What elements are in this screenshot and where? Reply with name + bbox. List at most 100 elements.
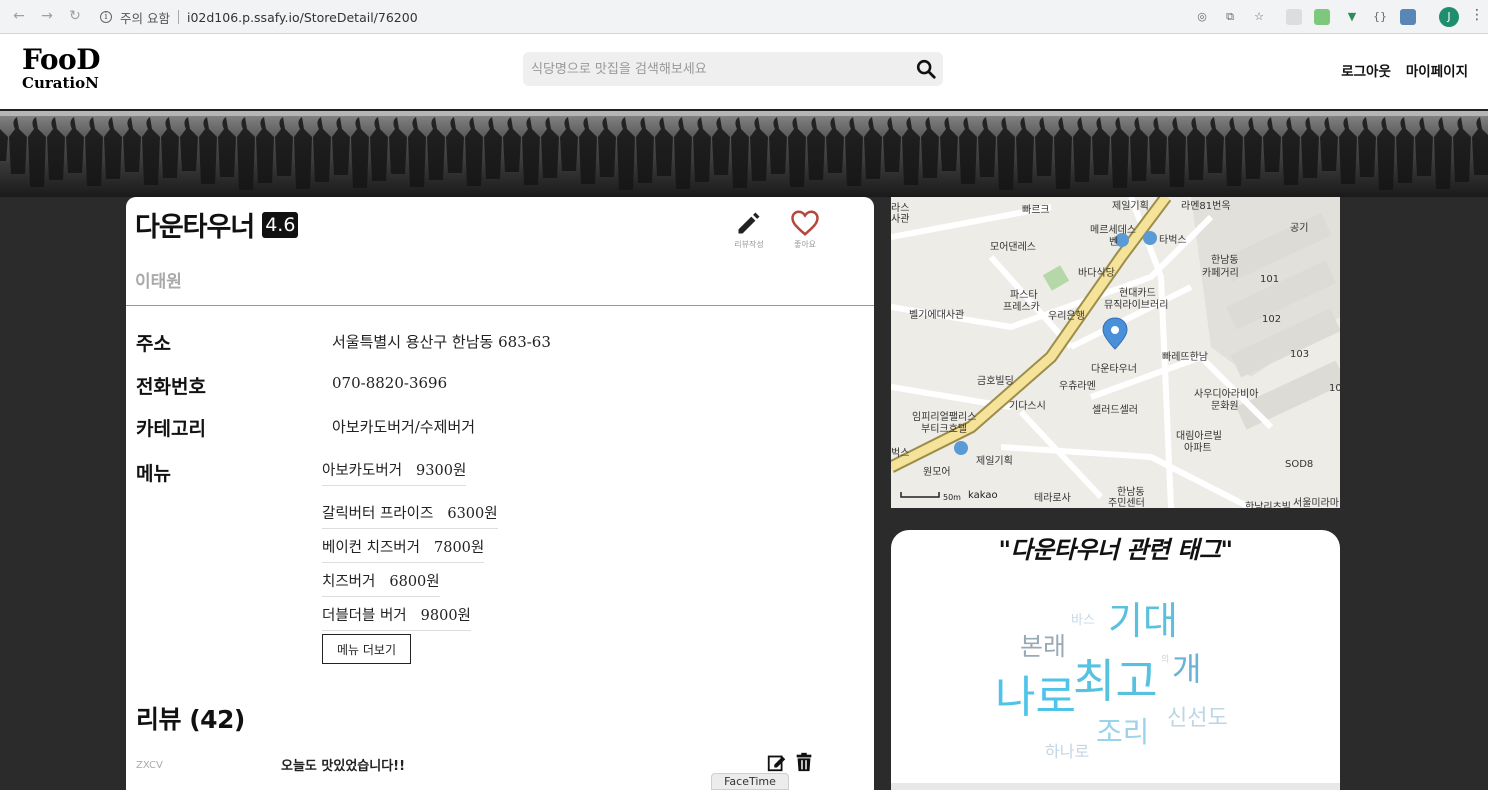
map-label: 라멘81번옥 xyxy=(1181,201,1231,212)
banner-image xyxy=(0,111,1488,197)
address-value: 서울특별시 용산구 한남동 683-63 xyxy=(332,333,551,351)
map-label: 바다식당 xyxy=(1078,268,1115,279)
divider xyxy=(126,305,874,306)
menu-item: 베이컨 치즈버거 7800원 xyxy=(322,536,485,563)
extension-icon[interactable] xyxy=(1400,9,1416,25)
map-label: 우츄라멘 xyxy=(1059,381,1096,392)
tag-cloud-card: "다운타우너 관련 태그" 기대 바스 본래 개 나로 최고 의 조리 신선도 … xyxy=(891,530,1340,790)
extension-icon[interactable] xyxy=(1286,9,1302,25)
map-label: 벤 xyxy=(1109,237,1119,248)
menu-item: 갈릭버터 프라이즈 6300원 xyxy=(322,502,498,529)
menu-kebab-icon[interactable]: ⋮ xyxy=(1470,7,1484,23)
map-label: 빠레뜨한남 xyxy=(1162,352,1208,363)
extension-icon[interactable] xyxy=(1314,9,1330,25)
map-label: 벅스 xyxy=(891,448,910,459)
map-label: 서울미라마 xyxy=(1293,498,1339,508)
map-label: 사관 xyxy=(891,214,910,225)
tag-word: 개 xyxy=(1172,650,1202,688)
tag-word: 나로 xyxy=(995,672,1076,723)
tag-word: 조리 xyxy=(1096,715,1150,749)
edit-icon[interactable] xyxy=(766,751,788,773)
map-brand-logo: kakao xyxy=(968,490,998,501)
map-label: 타벅스 xyxy=(1159,235,1187,246)
map-label: 뮤직라이브러리 xyxy=(1104,300,1169,311)
bookmark-star-icon[interactable]: ☆ xyxy=(1251,9,1267,25)
write-review-label: 리뷰작성 xyxy=(734,240,764,249)
map-label: 빠르크 xyxy=(1022,205,1050,216)
like-button[interactable]: 좋아요 xyxy=(785,209,825,250)
tag-word: 기대 xyxy=(1108,599,1178,643)
menu-item-name: 갈릭버터 프라이즈 xyxy=(322,506,434,522)
divider xyxy=(177,10,179,24)
divider xyxy=(891,783,1340,790)
map-label: 104 xyxy=(1329,383,1340,394)
menu-item: 치즈버거 6800원 xyxy=(322,570,440,597)
heart-icon xyxy=(791,210,819,236)
phone-label: 전화번호 xyxy=(136,376,206,398)
map-label: 문화원 xyxy=(1211,401,1239,412)
phone-value: 070-8820-3696 xyxy=(332,374,448,392)
url-text[interactable]: i02d106.p.ssafy.io/StoreDetail/76200 xyxy=(187,10,418,25)
logo[interactable]: FooD CuratioN xyxy=(22,46,100,91)
review-section-title: 리뷰 (42) xyxy=(136,705,245,734)
map-label: 제일기획 xyxy=(1112,201,1149,212)
menu-item-name: 베이컨 치즈버거 xyxy=(322,540,420,556)
info-icon[interactable]: i xyxy=(100,11,112,23)
menu-item-price: 9300원 xyxy=(416,463,467,479)
profile-avatar[interactable]: J xyxy=(1439,7,1459,27)
tag-word: 본래 xyxy=(1020,632,1067,661)
vue-devtools-icon[interactable]: ▼ xyxy=(1344,9,1360,25)
map-label: 102 xyxy=(1262,314,1282,325)
back-icon[interactable]: ← xyxy=(10,8,28,24)
search-box xyxy=(523,52,943,86)
menu-item-price: 6800원 xyxy=(389,574,440,590)
extension-icon[interactable]: {} xyxy=(1372,9,1388,25)
map-label: 제일기획 xyxy=(976,456,1013,467)
store-detail-card: 다운타우너 4.6 리뷰작성 좋아요 이태원 주소 서울특별시 용산구 한남동 … xyxy=(126,197,874,790)
location-icon[interactable]: ◎ xyxy=(1194,9,1210,25)
browser-toolbar: ← → ↻ i 주의 요함 i02d106.p.ssafy.io/StoreDe… xyxy=(0,0,1488,34)
menu-item-name: 더블더블 버거 xyxy=(322,608,407,624)
store-title: 다운타우너 4.6 xyxy=(135,205,299,244)
map-label: SOD8 xyxy=(1285,459,1314,470)
map-label: 103 xyxy=(1290,349,1310,360)
map-label: 다운타우너 xyxy=(1091,364,1137,375)
tag-word: 신선도 xyxy=(1167,706,1228,731)
map-label: 셀러드셀러 xyxy=(1092,405,1138,416)
tag-word: 하나로 xyxy=(1045,742,1090,761)
search-icon[interactable] xyxy=(915,58,937,80)
write-review-button[interactable]: 리뷰작성 xyxy=(729,209,769,250)
store-area: 이태원 xyxy=(135,272,182,292)
category-value: 아보카도버거/수제버거 xyxy=(332,418,476,436)
map-label: 공기 xyxy=(1290,223,1309,234)
map-label: 테라로사 xyxy=(1034,493,1071,504)
menu-item: 아보카도버거 9300원 xyxy=(322,459,467,486)
map-label: 부티크호텔 xyxy=(921,424,967,435)
menu-item-name: 치즈버거 xyxy=(322,574,376,590)
map-label: 아파트 xyxy=(1184,443,1212,454)
store-map[interactable]: 라스 사관 빠르크 제일기획 라멘81번옥 공기 메르세데스 벤 타벅스 모어댄… xyxy=(891,197,1340,508)
logo-line2: CuratioN xyxy=(22,74,99,92)
phone-row: 전화번호 070-8820-3696 xyxy=(136,372,447,399)
review-text: 오늘도 맛있었습니다!! xyxy=(281,759,406,774)
reload-icon[interactable]: ↻ xyxy=(66,8,84,24)
translate-icon[interactable]: ⧉ xyxy=(1222,9,1238,25)
map-label: 카페거리 xyxy=(1202,268,1239,279)
map-label: 원모어 xyxy=(923,467,951,478)
logout-link[interactable]: 로그아웃 xyxy=(1341,60,1391,80)
map-label: 주민센터 xyxy=(1108,498,1145,508)
tag-word: 최고 xyxy=(1073,654,1158,708)
map-label: 벨기에대사관 xyxy=(909,310,965,321)
category-row: 카테고리 아보카도버거/수제버거 xyxy=(136,414,475,441)
forward-icon[interactable]: → xyxy=(38,8,56,24)
map-label: 한남리츠빌 xyxy=(1245,502,1291,508)
logo-line1: FooD xyxy=(22,43,100,76)
mypage-link[interactable]: 마이페이지 xyxy=(1406,60,1468,80)
trash-icon[interactable] xyxy=(793,751,815,773)
search-input[interactable] xyxy=(523,52,903,86)
address-bar[interactable]: i 주의 요함 i02d106.p.ssafy.io/StoreDetail/7… xyxy=(100,5,418,29)
tag-word: 바스 xyxy=(1071,613,1095,628)
more-menu-button[interactable]: 메뉴 더보기 xyxy=(322,634,411,664)
menu-item-price: 6300원 xyxy=(447,506,498,522)
hangers-illustration xyxy=(0,111,1488,197)
